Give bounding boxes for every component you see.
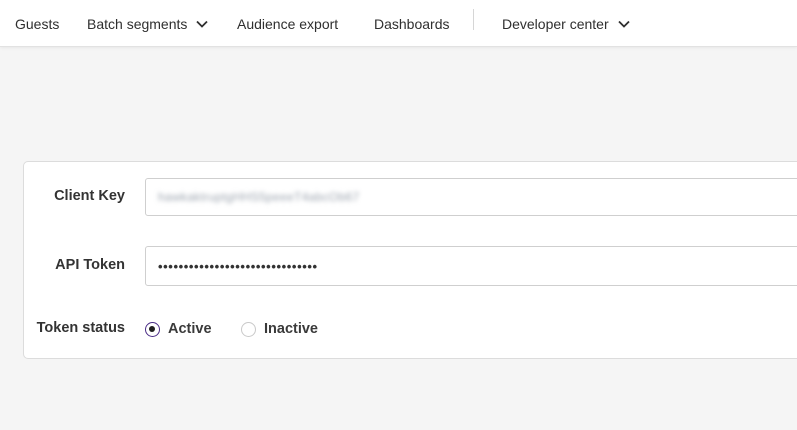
nav-item-label: Dashboards — [374, 15, 450, 32]
token-status-inactive-radio[interactable]: Inactive — [241, 318, 318, 340]
api-token-label: API Token — [55, 257, 125, 273]
nav-item-label: Guests — [15, 15, 60, 32]
client-key-field[interactable]: hawkaktruptgHHS5peeeT4abcOb67 — [145, 178, 797, 216]
token-status-active-radio[interactable]: Active — [145, 318, 212, 340]
nav-item-guests[interactable]: Guests — [15, 0, 59, 47]
nav-item-batch-segments[interactable]: Batch segments — [87, 0, 209, 47]
radio-unchecked-icon[interactable] — [241, 321, 256, 337]
api-token-label-wrap: API Token — [0, 257, 125, 277]
token-status-label-wrap: Token status — [0, 320, 125, 340]
nav-item-label: Audience export — [237, 15, 339, 32]
nav-item-dashboards[interactable]: Dashboards — [374, 0, 450, 47]
client-key-label: Client Key — [54, 188, 125, 204]
radio-label-inactive: Inactive — [264, 321, 318, 337]
radio-checked-icon[interactable] — [145, 321, 160, 337]
api-token-field[interactable]: ••••••••••••••••••••••••••••••• — [145, 246, 797, 286]
token-status-label: Token status — [36, 320, 125, 336]
chevron-down-icon — [617, 20, 630, 28]
client-key-label-wrap: Client Key — [0, 188, 125, 208]
nav-item-label: Developer center — [502, 15, 609, 32]
chevron-down-icon — [196, 20, 209, 28]
nav-item-label: Batch segments — [87, 15, 188, 32]
radio-label-active: Active — [168, 321, 212, 337]
client-key-value: hawkaktruptgHHS5peeeT4abcOb67 — [158, 190, 360, 204]
nav-item-audience-export[interactable]: Audience export — [237, 0, 338, 47]
api-token-value: ••••••••••••••••••••••••••••••• — [158, 258, 318, 274]
nav-divider — [473, 9, 474, 30]
top-navigation: Guests Batch segments Audience export Da… — [0, 0, 797, 47]
nav-item-developer-center[interactable]: Developer center — [502, 0, 630, 47]
